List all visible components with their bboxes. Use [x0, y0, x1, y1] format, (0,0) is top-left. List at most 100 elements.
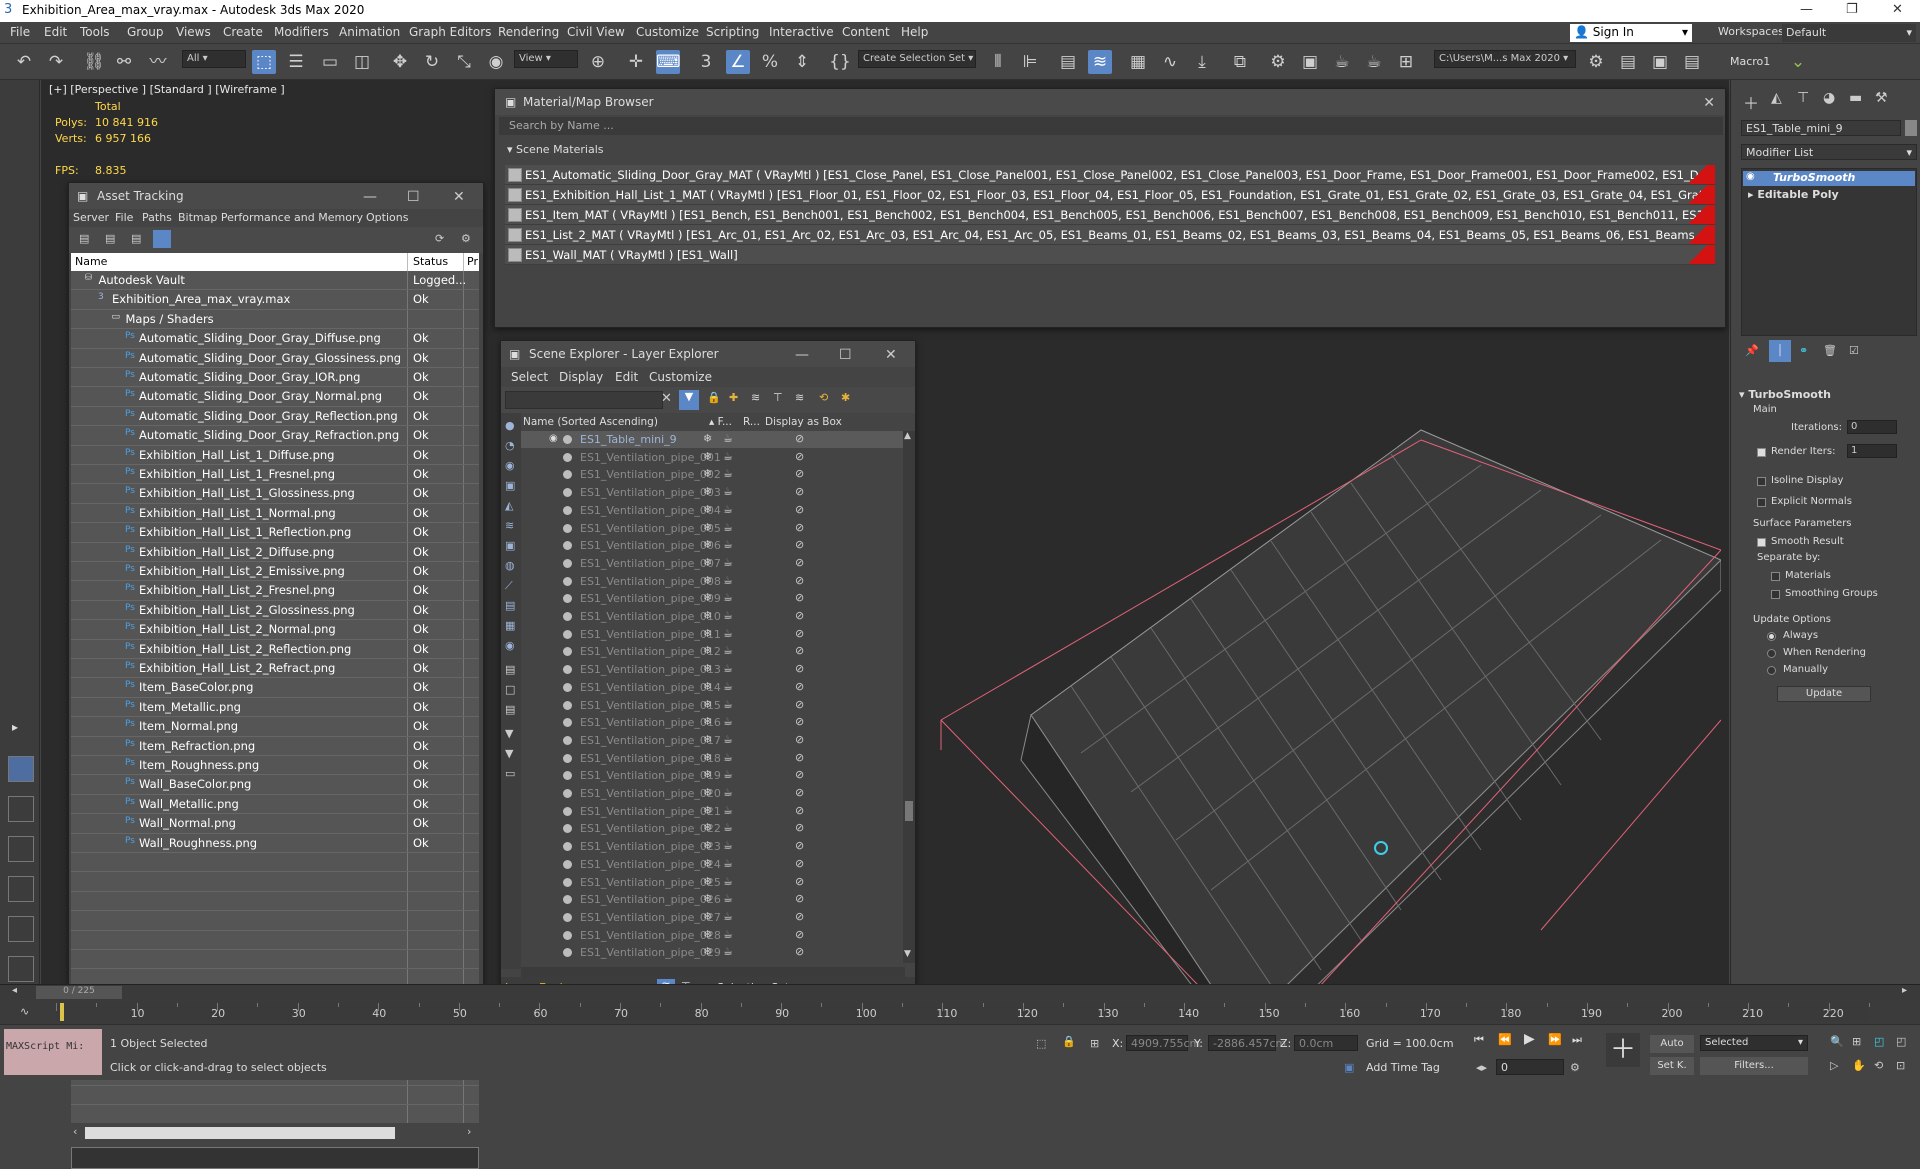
- window-crossing-icon[interactable]: ◫: [350, 50, 374, 74]
- bind-space-warp-icon[interactable]: 〰: [146, 50, 170, 74]
- menu-modifiers[interactable]: Modifiers: [274, 25, 329, 39]
- next-frame-icon[interactable]: ⏩: [1548, 1033, 1562, 1046]
- toggle-ribbon-icon[interactable]: ▦: [1126, 50, 1150, 74]
- object-dot-icon[interactable]: [563, 718, 572, 728]
- freeze-icon[interactable]: ❄: [703, 821, 712, 834]
- tree-view-icon[interactable]: ▤: [131, 232, 141, 245]
- scene-object-row[interactable]: ◉ES1_Ventilation_pipe_013❄☕⊘: [521, 661, 909, 678]
- play-icon[interactable]: ▶: [1524, 1031, 1535, 1047]
- render-teapot-icon[interactable]: ☕: [723, 733, 733, 746]
- render-teapot-icon[interactable]: ☕: [723, 538, 733, 551]
- scene-menu-select[interactable]: Select: [511, 370, 548, 384]
- scene-object-row[interactable]: ◉ ES1_Table_mini_9 ❄ ☕ ⊘: [521, 431, 909, 449]
- scene-object-row[interactable]: ◉ES1_Ventilation_pipe_022❄☕⊘: [521, 820, 909, 837]
- scene-object-row[interactable]: ◉ES1_Ventilation_pipe_026❄☕⊘: [521, 891, 909, 908]
- display-as-box-icon[interactable]: ⊘: [795, 821, 804, 834]
- menu-interactive[interactable]: Interactive: [769, 25, 834, 39]
- object-dot-icon[interactable]: [563, 470, 572, 480]
- manually-radio[interactable]: [1767, 666, 1776, 675]
- display-as-box-icon[interactable]: ⊘: [795, 680, 804, 693]
- lock-icon[interactable]: 🔒: [707, 391, 721, 404]
- asset-row[interactable]: ▭ Maps / Shaders: [71, 310, 479, 330]
- when-rendering-radio[interactable]: [1767, 649, 1776, 658]
- display-as-box-icon[interactable]: ⊘: [795, 928, 804, 941]
- scroll-thumb[interactable]: [905, 801, 913, 821]
- layout-three-icon[interactable]: [8, 876, 34, 902]
- motion-tab-icon[interactable]: ◕: [1823, 90, 1835, 106]
- scene-object-row[interactable]: ◉ES1_Ventilation_pipe_014❄☕⊘: [521, 679, 909, 696]
- camera-filter-icon[interactable]: ▣: [505, 479, 515, 492]
- menu-file[interactable]: File: [10, 25, 30, 39]
- display-as-box-icon[interactable]: ⊘: [795, 892, 804, 905]
- scene-object-row[interactable]: ◉ES1_Ventilation_pipe_024❄☕⊘: [521, 856, 909, 873]
- display-as-box-icon[interactable]: ⊘: [795, 910, 804, 923]
- freeze-icon[interactable]: ❄: [703, 538, 712, 551]
- display-as-box-icon[interactable]: ⊘: [795, 715, 804, 728]
- render-teapot-icon[interactable]: ☕: [723, 503, 733, 516]
- render-teapot-icon[interactable]: ☕: [723, 556, 733, 569]
- freeze-icon[interactable]: ❄: [703, 644, 712, 657]
- layers-icon[interactable]: ≋: [795, 391, 804, 404]
- current-frame-marker[interactable]: [60, 1003, 64, 1021]
- scroll-right-icon[interactable]: ›: [467, 1125, 471, 1138]
- explicit-normals-checkbox[interactable]: [1757, 498, 1766, 507]
- asset-menu-paths[interactable]: Paths: [142, 211, 172, 224]
- zoom-icon[interactable]: 🔍: [1830, 1035, 1844, 1048]
- always-radio[interactable]: [1767, 632, 1776, 641]
- freeze-icon[interactable]: ❄: [703, 698, 712, 711]
- display-as-box-icon[interactable]: ⊘: [795, 450, 804, 463]
- menu-help[interactable]: Help: [901, 25, 928, 39]
- goto-start-icon[interactable]: ⏮: [1474, 1033, 1484, 1047]
- menu-graph-editors[interactable]: Graph Editors: [409, 25, 491, 39]
- isoline-checkbox[interactable]: [1757, 477, 1766, 486]
- mirror-icon[interactable]: ⫴: [986, 50, 1010, 74]
- col-name[interactable]: Name: [75, 255, 107, 268]
- render-teapot-icon[interactable]: ☕: [723, 875, 733, 888]
- select-by-name-icon[interactable]: ☰: [284, 50, 308, 74]
- scene-object-row[interactable]: ◉ES1_Ventilation_pipe_002❄☕⊘: [521, 466, 909, 483]
- asset-row[interactable]: Ps Wall_BaseColor.png Ok: [71, 775, 479, 795]
- y-coordinate-field[interactable]: -2886.457cm: [1208, 1035, 1286, 1051]
- asset-path-field[interactable]: [71, 1147, 479, 1169]
- update-button[interactable]: Update: [1777, 686, 1871, 702]
- asset-menu-server[interactable]: Server: [73, 211, 109, 224]
- menu-animation[interactable]: Animation: [339, 25, 400, 39]
- light-filter-icon[interactable]: ◉: [505, 459, 515, 472]
- asset-row[interactable]: Ps Exhibition_Hall_List_1_Reflection.png O…: [71, 523, 479, 543]
- curve-editor-icon[interactable]: ∿: [1158, 50, 1182, 74]
- asset-row[interactable]: Ps Wall_Metallic.png Ok: [71, 795, 479, 815]
- maxscript-listener[interactable]: MAXScript Mi:: [4, 1029, 102, 1075]
- helper-filter-icon[interactable]: ◭: [505, 499, 513, 512]
- display-as-box-icon[interactable]: ⊘: [795, 857, 804, 870]
- object-dot-icon[interactable]: [563, 594, 572, 604]
- menu-rendering[interactable]: Rendering: [498, 25, 559, 39]
- scene-object-row[interactable]: ◉ES1_Ventilation_pipe_020❄☕⊘: [521, 785, 909, 802]
- goto-end-icon[interactable]: ⏭: [1572, 1033, 1582, 1047]
- container-filter-icon[interactable]: ▤: [505, 599, 515, 612]
- freeze-icon[interactable]: ❄: [703, 680, 712, 693]
- freeze-icon[interactable]: ❄: [703, 910, 712, 923]
- scroll-down-icon[interactable]: ▼: [904, 949, 911, 959]
- scene-object-row[interactable]: ◉ES1_Ventilation_pipe_027❄☕⊘: [521, 909, 909, 926]
- modifier-list-dropdown[interactable]: Modifier List ▾: [1741, 144, 1917, 160]
- z-coordinate-field[interactable]: 0.0cm: [1294, 1035, 1358, 1051]
- material-browser-titlebar[interactable]: ▣ Material/Map Browser ✕: [495, 89, 1725, 115]
- display-as-box-icon[interactable]: ⊘: [795, 875, 804, 888]
- scene-explorer-titlebar[interactable]: ▣ Scene Explorer - Layer Explorer — ☐ ✕: [501, 341, 915, 367]
- display-as-box-icon[interactable]: ⊘: [795, 503, 804, 516]
- object-dot-icon[interactable]: [563, 700, 572, 710]
- selection-lock-icon[interactable]: 🔒: [1062, 1035, 1076, 1048]
- freeze-icon[interactable]: ❄: [703, 733, 712, 746]
- scene-object-row[interactable]: ◉ES1_Ventilation_pipe_009❄☕⊘: [521, 590, 909, 607]
- freeze-icon[interactable]: ❄: [703, 591, 712, 604]
- asset-row[interactable]: Ps Item_Normal.png Ok: [71, 717, 479, 737]
- freeze-icon[interactable]: ❄: [703, 432, 712, 445]
- zoom-extents-all-icon[interactable]: ◰: [1896, 1035, 1906, 1048]
- material-row[interactable]: ES1_List_2_MAT ( VRayMtl ) [ES1_Arc_01, …: [505, 225, 1715, 245]
- maximize-icon[interactable]: ☐: [839, 347, 852, 363]
- expand-arrow-icon[interactable]: ▸: [12, 720, 18, 734]
- asset-tracking-titlebar[interactable]: ▣ Asset Tracking — ☐ ✕: [69, 183, 483, 209]
- scene-vscroll[interactable]: ▲ ▼: [903, 431, 915, 963]
- auto-key-button[interactable]: Auto: [1650, 1035, 1694, 1053]
- project-path-dropdown[interactable]: C:\Users\M...s Max 2020 ▾: [1434, 50, 1576, 68]
